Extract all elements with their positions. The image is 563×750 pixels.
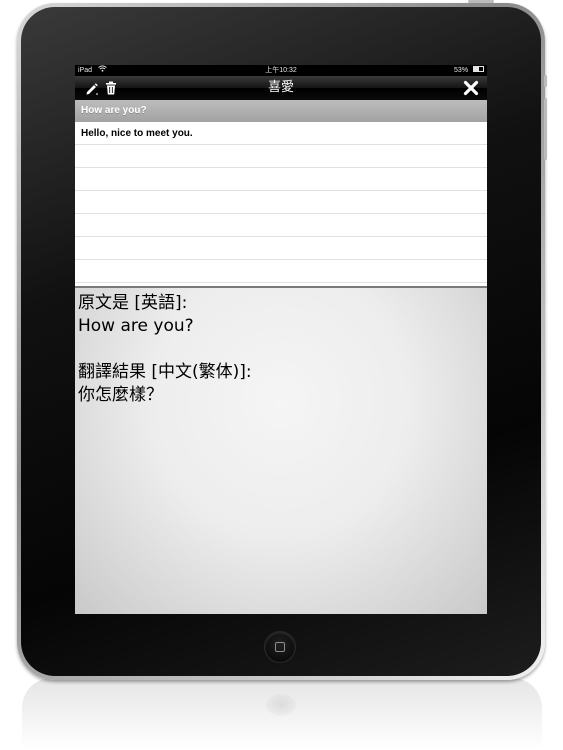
app-screen: iPad 上午10:32 53% 喜愛 How are you? Hello, … [75, 65, 487, 614]
page-title: 喜愛 [267, 80, 294, 95]
sleep-button [468, 0, 494, 3]
result-text: 你怎麼樣？ [78, 385, 163, 405]
list-item[interactable]: Hello, nice to meet you. [75, 122, 487, 145]
battery-icon [473, 66, 484, 73]
section-header: How are you? [75, 100, 487, 122]
result-language-label: 翻譯結果 [中文(繁体)]: [78, 362, 252, 382]
list-item[interactable] [75, 214, 487, 237]
home-square-icon [275, 642, 285, 652]
status-time: 上午10:32 [265, 67, 297, 74]
source-text: How are you? [78, 316, 194, 336]
home-button-reflection [266, 694, 296, 716]
battery-percent: 53% [454, 67, 469, 74]
list-item[interactable] [75, 145, 487, 168]
close-icon[interactable] [462, 79, 480, 97]
navigation-bar: 喜愛 [75, 76, 487, 100]
source-language-label: 原文是 [英語]: [78, 293, 188, 313]
translation-detail: 原文是 [英語]: How are you? 翻譯結果 [中文(繁体)]: 你怎… [75, 288, 487, 614]
screenshot-stage: iPad 上午10:32 53% 喜愛 How are you? Hello, … [0, 0, 563, 750]
list-item[interactable] [75, 168, 487, 191]
mute-switch [544, 75, 547, 87]
favorites-list: Hello, nice to meet you. [75, 122, 487, 286]
list-item[interactable] [75, 237, 487, 260]
list-item[interactable] [75, 260, 487, 283]
home-button[interactable] [265, 632, 295, 662]
status-bar: iPad 上午10:32 53% [75, 65, 487, 76]
volume-button [544, 98, 547, 160]
list-item[interactable] [75, 191, 487, 214]
